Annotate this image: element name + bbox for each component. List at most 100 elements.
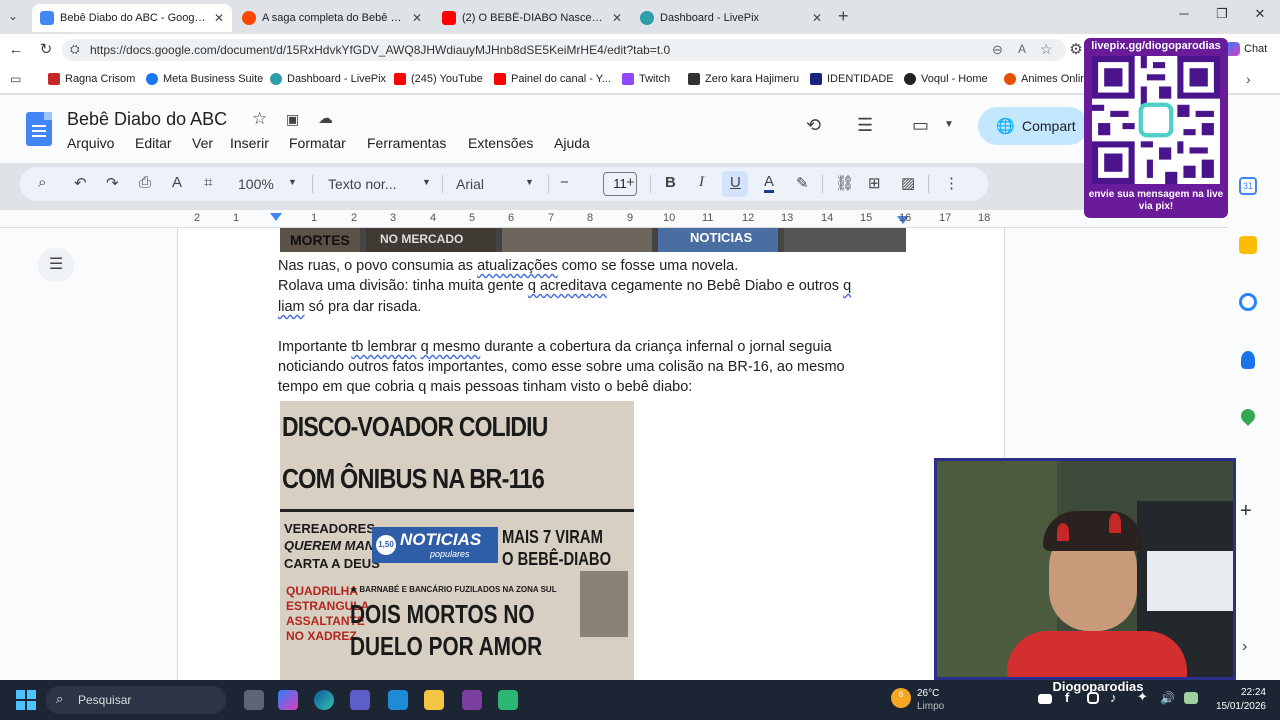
add-addon-icon[interactable]: + [1240,500,1252,523]
new-tab-button[interactable]: + [838,6,849,27]
document-title[interactable]: Bebê Diabo do ABC [67,109,227,130]
print-icon[interactable]: ⎙ [139,174,151,191]
edge-icon[interactable] [314,690,334,710]
chevron-down-icon[interactable]: ▼ [944,119,954,130]
tray-app-icon[interactable] [1184,692,1198,704]
calendar-icon[interactable]: 31 [1239,177,1257,195]
bookmark-item[interactable]: Voqul - Home [904,73,988,85]
style-select[interactable]: Texto nor... [328,176,396,192]
bookmark-item[interactable]: Twitch [622,73,670,85]
obs-icon[interactable] [462,690,482,710]
bookmark-item[interactable]: Meta Business Suite [146,73,263,85]
tab-youtube[interactable]: (2) O BEBÊ-DIABO Nasceu em São ✕ [434,4,630,32]
minimize-button[interactable]: ─ [1172,6,1196,26]
tab-search-icon[interactable]: ⌄ [8,9,18,23]
menu-ajuda[interactable]: Ajuda [554,135,590,151]
star-icon[interactable]: ☆ [1040,41,1053,58]
weather-widget[interactable]: 6 26°C Limpo [891,687,944,713]
maximize-button[interactable]: ❐ [1210,6,1234,26]
close-icon[interactable]: ✕ [412,11,422,25]
zoom-select[interactable]: 100% [238,176,274,192]
menu-inserir[interactable]: Inserir [230,135,269,151]
youtube-icon[interactable] [1038,694,1052,704]
comments-icon[interactable]: ☰ [857,115,873,136]
menu-formatar[interactable]: Formatar [289,135,346,151]
highlight-icon[interactable]: ✎ [796,174,809,192]
undo-icon[interactable]: ↶ [74,174,87,192]
search-menus-icon[interactable]: ⌕ [38,174,46,191]
site-info-icon[interactable]: ⛭ [70,42,80,57]
windows-start-icon[interactable] [16,690,36,710]
bookmark-item[interactable]: Animes Online [1004,73,1093,85]
file-explorer-icon[interactable] [424,690,444,710]
close-window-button[interactable]: ✕ [1248,6,1272,26]
newspaper-headline: DUELO POR AMOR [350,631,543,661]
bookmark-item[interactable]: IDENTIDADE [810,73,894,85]
document-page[interactable]: MORTES NO MERCADO NOTICIAS Nas ruas, o p… [177,228,1005,680]
insert-image-icon[interactable]: ▨ [901,174,915,192]
chevron-down-icon[interactable]: ▼ [422,177,431,187]
redo-icon[interactable]: ↷ [106,174,119,192]
back-icon[interactable]: ← [6,40,26,60]
copilot-icon[interactable] [278,690,298,710]
extensions-icon[interactable]: ⚙ [1066,40,1086,60]
document-outline-icon[interactable]: ☰ [38,248,74,282]
link-icon[interactable]: ⛓ [835,174,854,192]
keep-icon[interactable] [1239,236,1257,254]
cloud-status-icon[interactable]: ☁ [318,109,333,127]
bookmark-item[interactable]: Dashboard - LivePix [270,73,386,85]
address-bar[interactable]: ⛭ https://docs.google.com/document/d/15R… [62,39,1066,61]
chevron-down-icon[interactable]: ▼ [288,177,297,187]
google-docs-icon[interactable] [26,112,52,146]
tab-reddit[interactable]: A saga completa do Bebê Diabo, p ✕ [234,4,430,32]
app-icon[interactable] [498,690,518,710]
task-view-icon[interactable] [244,690,264,710]
spellcheck-icon[interactable]: A [172,174,182,191]
close-icon[interactable]: ✕ [812,11,822,25]
bold-button[interactable]: B [665,174,676,191]
bookmark-label: Painel do canal - Y... [511,73,611,85]
reload-icon[interactable]: ↻ [36,40,56,60]
tab-docs[interactable]: Bebê Diabo do ABC - Google Docs ✕ [32,4,232,32]
move-folder-icon[interactable]: ▣ [286,111,299,128]
apps-icon[interactable]: ▭ [10,72,21,86]
tab-livepix[interactable]: Dashboard - LivePix ✕ [632,4,830,32]
taskbar-search[interactable]: ⌕ Pesquisar [46,686,226,714]
meet-icon[interactable]: ▭ [912,115,929,136]
close-icon[interactable]: ✕ [214,11,224,25]
left-indent-marker[interactable] [270,213,282,221]
chevron-right-icon[interactable]: › [1242,638,1247,656]
close-icon[interactable]: ✕ [612,11,622,25]
chevron-down-icon[interactable]: ▼ [525,177,534,187]
paint-format-icon[interactable]: ⌗ [204,174,212,191]
menu-ferramentas[interactable]: Ferramentas [367,135,446,151]
share-button[interactable]: 🌐 Compart [978,107,1088,145]
zoom-icon[interactable]: ⊖ [992,42,1003,58]
text-color-button[interactable]: A [764,174,775,193]
bookmark-item[interactable]: Painel do canal - Y... [494,73,611,85]
teams-icon[interactable] [350,690,370,710]
star-icon[interactable]: ☆ [252,109,267,129]
menu-arquivo[interactable]: Arquivo [67,135,114,151]
add-comment-icon[interactable]: ⊞ [868,174,881,192]
menu-editar[interactable]: Editar [135,135,172,151]
bookmark-item[interactable]: (245) YouTube [394,73,483,85]
chevron-right-icon[interactable]: › [1246,71,1251,87]
copilot-chat-button[interactable]: Chat [1226,42,1267,56]
store-icon[interactable] [388,690,408,710]
newspaper-image[interactable]: DISCO-VOADOR COLIDIU COM ÔNIBUS NA BR-11… [280,401,634,680]
increase-font-size-button[interactable]: + [626,174,635,191]
contacts-icon[interactable] [1241,351,1255,369]
menu-ver[interactable]: Ver [192,135,213,151]
italic-button[interactable]: I [699,174,704,191]
more-options-icon[interactable]: ⋮ [944,174,959,192]
decrease-font-size-button[interactable]: − [560,174,569,191]
clock[interactable]: 22:24 15/01/2026 [1206,686,1266,714]
menu-extensoes[interactable]: Extensões [468,135,533,151]
bookmark-item[interactable]: Zero kara Hajimeru [688,73,799,85]
history-icon[interactable]: ⟲ [806,115,821,136]
font-select[interactable]: Arial [456,176,484,192]
read-aloud-icon[interactable]: A [1018,42,1026,56]
bookmark-item[interactable]: Ragna Crisom [48,73,135,85]
tasks-icon[interactable] [1239,293,1257,311]
